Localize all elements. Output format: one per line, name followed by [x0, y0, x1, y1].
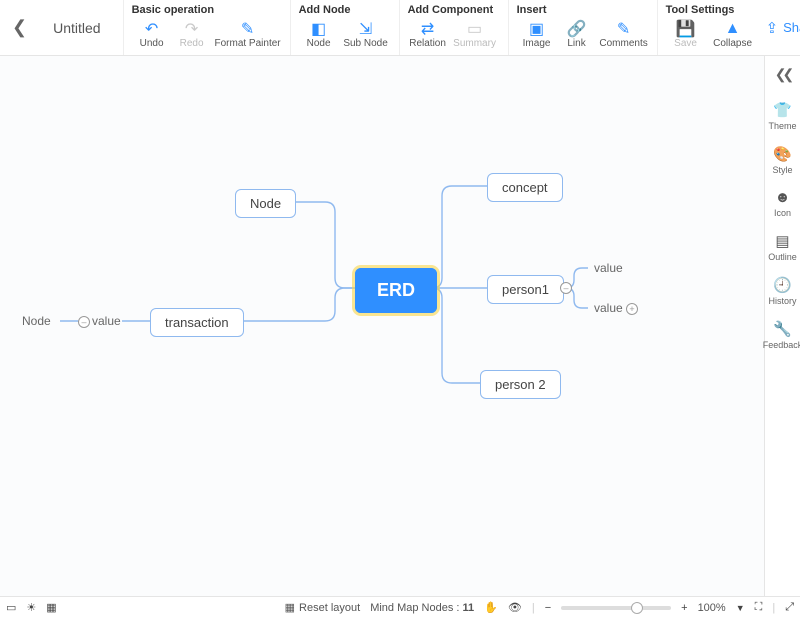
reset-icon: ▦ — [285, 601, 295, 614]
node-transaction[interactable]: transaction — [150, 308, 244, 337]
insert-image-button[interactable]: ▣Image — [517, 18, 557, 50]
grid-icon[interactable]: ▦ — [46, 601, 56, 614]
zoom-percent[interactable]: 100% — [698, 602, 726, 614]
pan-hand-icon[interactable]: ✋ — [484, 601, 498, 614]
outline-icon: ▤ — [775, 232, 789, 250]
summary-button[interactable]: ▭Summary — [448, 18, 502, 50]
node-concept[interactable]: concept — [487, 173, 563, 202]
icon-icon: ☻ — [775, 189, 791, 206]
insert-comments-button[interactable]: ✎Comments — [597, 18, 651, 50]
format-painter-button[interactable]: ✎Format Painter — [212, 18, 284, 50]
sidebar-feedback[interactable]: 🔧Feedback — [765, 320, 800, 350]
relation-icon: ⇄ — [421, 20, 434, 38]
canvas[interactable]: ERD Node transaction value – Node concep… — [0, 56, 764, 596]
save-icon: 💾 — [676, 20, 696, 38]
group-title: Insert — [517, 4, 651, 18]
group-title: Add Component — [408, 4, 502, 18]
status-bar: ▭ ☀ ▦ ▦Reset layout Mind Map Nodes : 11 … — [0, 596, 800, 618]
sidebar-outline[interactable]: ▤Outline — [765, 232, 800, 262]
leaf-value-2[interactable]: value — [594, 301, 623, 315]
group-insert: Insert ▣Image 🔗Link ✎Comments — [508, 0, 657, 55]
node-node[interactable]: Node — [235, 189, 296, 218]
document-title[interactable]: Untitled — [41, 0, 122, 55]
add-subnode-button[interactable]: ⇲Sub Node — [339, 18, 393, 50]
comments-icon: ✎ — [617, 20, 630, 38]
nodes-count-label: Mind Map Nodes : 11 — [370, 602, 474, 614]
format-painter-icon: ✎ — [241, 20, 254, 38]
sidebar-theme[interactable]: 👕Theme — [765, 101, 800, 131]
presentation-mode-icon[interactable]: ▭ — [6, 601, 16, 614]
group-title: Tool Settings — [666, 4, 760, 18]
fullscreen-icon[interactable]: ⤢ — [785, 601, 794, 614]
leaf-value[interactable]: value — [92, 314, 121, 328]
insert-link-button[interactable]: 🔗Link — [557, 18, 597, 50]
sidebar-history[interactable]: 🕘History — [765, 276, 800, 306]
undo-button[interactable]: ↶Undo — [132, 18, 172, 50]
group-title: Basic operation — [132, 4, 284, 18]
zoom-slider-knob[interactable] — [631, 602, 643, 614]
group-add-component: Add Component ⇄Relation ▭Summary — [399, 0, 508, 55]
add-child-icon[interactable]: + — [626, 303, 638, 315]
collapse-icon: ▲ — [725, 20, 741, 38]
right-sidebar: ❮❮ 👕Theme 🎨Style ☻Icon ▤Outline 🕘History… — [764, 56, 800, 596]
collapse-toggle-icon[interactable]: – — [78, 316, 90, 328]
group-title: Add Node — [299, 4, 393, 18]
save-button[interactable]: 💾Save — [666, 18, 706, 50]
sidebar-icon[interactable]: ☻Icon — [765, 189, 800, 218]
feedback-icon: 🔧 — [773, 320, 792, 338]
node-person2[interactable]: person 2 — [480, 370, 561, 399]
image-icon: ▣ — [529, 20, 544, 38]
node-person1[interactable]: person1 — [487, 275, 564, 304]
group-tool-settings: Tool Settings 💾Save ▲Collapse — [657, 0, 766, 55]
group-basic-operation: Basic operation ↶Undo ↷Redo ✎Format Pain… — [123, 0, 290, 55]
zoom-dropdown-icon[interactable]: ▼ — [736, 603, 745, 613]
collapse-toggle-icon[interactable]: – — [560, 282, 572, 294]
leaf-value-1[interactable]: value — [594, 261, 623, 275]
node-icon: ◧ — [311, 20, 326, 38]
undo-icon: ↶ — [145, 20, 158, 38]
reset-layout-button[interactable]: ▦Reset layout — [285, 601, 361, 614]
share-button[interactable]: ⇪Share — [766, 19, 800, 37]
node-root-erd[interactable]: ERD — [355, 268, 437, 313]
fit-screen-icon[interactable]: ⛶ — [755, 601, 763, 614]
summary-icon: ▭ — [467, 20, 482, 38]
zoom-slider[interactable] — [561, 606, 671, 610]
redo-button[interactable]: ↷Redo — [172, 18, 212, 50]
visibility-icon[interactable]: 👁 — [508, 601, 522, 614]
add-node-button[interactable]: ◧Node — [299, 18, 339, 50]
collapse-button[interactable]: ▲Collapse — [706, 18, 760, 50]
subnode-icon: ⇲ — [359, 20, 372, 38]
group-add-node: Add Node ◧Node ⇲Sub Node — [290, 0, 399, 55]
theme-icon: 👕 — [773, 101, 792, 119]
leaf-node[interactable]: Node — [22, 314, 51, 328]
top-toolbar: ❮ Untitled Basic operation ↶Undo ↷Redo ✎… — [0, 0, 800, 56]
style-icon: 🎨 — [773, 145, 792, 163]
share-icon: ⇪ — [766, 19, 779, 37]
zoom-out-button[interactable]: − — [545, 602, 551, 614]
sidebar-collapse-button[interactable]: ❮❮ — [771, 62, 794, 87]
link-icon: 🔗 — [567, 20, 587, 38]
history-icon: 🕘 — [773, 276, 792, 294]
sidebar-style[interactable]: 🎨Style — [765, 145, 800, 175]
zoom-in-button[interactable]: + — [681, 602, 687, 614]
relation-button[interactable]: ⇄Relation — [408, 18, 448, 50]
redo-icon: ↷ — [185, 20, 198, 38]
brightness-icon[interactable]: ☀ — [26, 601, 36, 614]
back-button[interactable]: ❮ — [6, 13, 33, 42]
